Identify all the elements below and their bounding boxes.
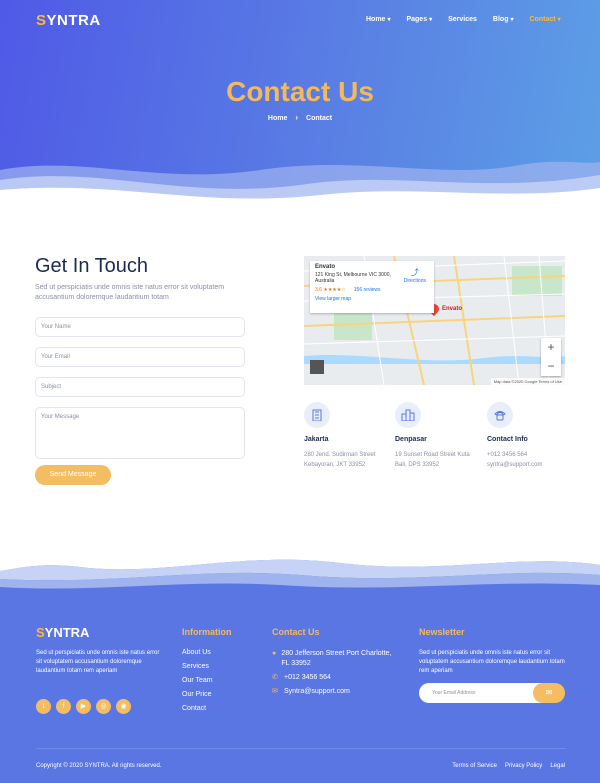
contact-info-jakarta: Jakarta 280 Jend. Sudirman Street Kebayor…	[304, 402, 404, 470]
newsletter-submit-button[interactable]: ✉	[533, 683, 565, 703]
send-message-button[interactable]: Send Message	[35, 465, 111, 485]
social-links: t f ▶ ◎ ◉	[36, 699, 136, 714]
chevron-right-icon: ›	[295, 113, 299, 122]
contact-info-text: +012 3456 564 syntra@support.com	[487, 452, 543, 468]
footer-wave-decoration	[0, 545, 600, 595]
footer-information-heading: Information	[182, 627, 232, 637]
terms-link[interactable]: Terms of Service	[452, 763, 497, 769]
privacy-link[interactable]: Privacy Policy	[505, 763, 542, 769]
subject-input[interactable]: Subject	[35, 377, 245, 397]
chevron-down-icon: ▾	[557, 17, 561, 23]
breadcrumb-current: Contact	[306, 115, 333, 122]
email-input[interactable]: Your Email	[35, 347, 245, 367]
nav-item-contact[interactable]: Contact ▾	[530, 16, 561, 23]
copyright-text: Copyright © 2020 SYNTRA. All rights rese…	[36, 763, 162, 769]
footer-address: ● 280 Jefferson Street Port Charlotte, FL…	[272, 650, 392, 667]
contact-info-denpasar: Denpasar 19 Sunset Road Street Kuta Bali,…	[395, 402, 495, 470]
map-rating: 3.6 ★★★★☆ 156 reviews	[315, 287, 381, 293]
map-reviews-link[interactable]: 156 reviews	[354, 287, 381, 293]
breadcrumb-home[interactable]: Home	[268, 115, 287, 122]
map-pin-label: Envato	[442, 306, 463, 312]
footer-contact-heading: Contact Us	[272, 627, 320, 637]
contact-info-title: Jakarta	[304, 436, 329, 443]
legal-link[interactable]: Legal	[550, 763, 565, 769]
map-attribution: Map data ©2020 Google Terms of Use	[490, 378, 565, 385]
chevron-down-icon: ▾	[429, 17, 433, 23]
facebook-icon[interactable]: f	[56, 699, 71, 714]
newsletter-email-input[interactable]: Your Email Address	[419, 683, 544, 703]
site-footer: SYNTRA Sed ut perspiciatis unde omnis is…	[0, 545, 600, 783]
footer-link-services[interactable]: Services	[182, 663, 209, 670]
message-textarea[interactable]: Your Message	[35, 407, 245, 459]
nav-item-blog[interactable]: Blog ▾	[493, 16, 514, 23]
footer-email[interactable]: ✉ Syntra@support.com	[272, 687, 392, 697]
zoom-in-button[interactable]: +	[541, 338, 561, 357]
contact-info-text: 280 Jend. Sudirman Street Kebayoran, JKT …	[304, 452, 376, 468]
site-logo[interactable]: SYNTRA	[36, 12, 101, 29]
footer-link-contact[interactable]: Contact	[182, 705, 206, 712]
directions-icon: ⤴	[410, 268, 419, 277]
directions-button[interactable]: ⤴ Directions	[404, 267, 426, 284]
page-title: Contact Us	[226, 76, 374, 107]
main-nav: Home ▾ Pages ▾ Services Blog ▾ Contact ▾	[366, 16, 577, 23]
google-map[interactable]: Envato Envato 121 King St, Melbourne VIC…	[304, 256, 565, 385]
chevron-down-icon: ▾	[510, 17, 514, 23]
chevron-down-icon: ▾	[387, 17, 391, 23]
map-zoom-control: + −	[541, 338, 561, 376]
phone-icon: ✆	[272, 674, 278, 681]
legal-links: Terms of Service Privacy Policy Legal	[444, 763, 565, 769]
newsletter-description: Sed ut perspiciatis unde omnis iste natu…	[419, 650, 565, 674]
contact-form-title: Get In Touch	[35, 255, 149, 277]
mail-icon: ✉	[545, 688, 553, 697]
hero-banner: SYNTRA Home ▾ Pages ▾ Services Blog ▾ Conta…	[0, 0, 600, 220]
footer-phone: ✆ +012 3456 564	[272, 674, 331, 681]
page: SYNTRA Home ▾ Pages ▾ Services Blog ▾ Conta…	[0, 0, 600, 783]
map-place-address: 121 King St, Melbourne VIC 3000, Austral…	[315, 272, 391, 284]
nav-item-pages[interactable]: Pages ▾	[406, 16, 432, 23]
footer-link-about[interactable]: About Us	[182, 649, 211, 656]
instagram-icon[interactable]: ◎	[96, 699, 111, 714]
footer-link-team[interactable]: Our Team	[182, 677, 213, 684]
zoom-out-button[interactable]: −	[541, 357, 561, 376]
map-place-card: Envato 121 King St, Melbourne VIC 3000, …	[310, 261, 434, 313]
rss-icon[interactable]: ◉	[116, 699, 131, 714]
contact-info-text: 19 Sunset Road Street Kuta Bali, DPS 3395…	[395, 452, 470, 468]
phone-icon	[487, 402, 513, 428]
contact-form-description: Sed ut perspiciatis unde omnis iste natu…	[35, 284, 225, 301]
nav-item-home[interactable]: Home ▾	[366, 16, 390, 23]
nav-item-services[interactable]: Services	[448, 16, 477, 23]
youtube-icon[interactable]: ▶	[76, 699, 91, 714]
view-larger-map-link[interactable]: View larger map	[315, 296, 429, 302]
footer-description: Sed ut perspiciatis unde omnis iste natu…	[36, 650, 160, 674]
city-icon	[395, 402, 421, 428]
twitter-icon[interactable]: t	[36, 699, 51, 714]
name-input[interactable]: Your Name	[35, 317, 245, 337]
breadcrumb: Home › Contact	[0, 113, 600, 122]
hero-wave-decoration	[0, 161, 600, 220]
contact-info-title: Contact Info	[487, 436, 528, 443]
building-icon	[304, 402, 330, 428]
location-pin-icon: ●	[272, 650, 277, 657]
footer-logo[interactable]: SYNTRA	[36, 625, 89, 640]
contact-info-title: Denpasar	[395, 436, 427, 443]
contact-info-general: Contact Info +012 3456 564 syntra@support…	[487, 402, 587, 470]
footer-divider	[36, 748, 566, 749]
footer-link-price[interactable]: Our Price	[182, 691, 212, 698]
mail-icon: ✉	[272, 688, 278, 695]
footer-newsletter-heading: Newsletter	[419, 627, 465, 637]
